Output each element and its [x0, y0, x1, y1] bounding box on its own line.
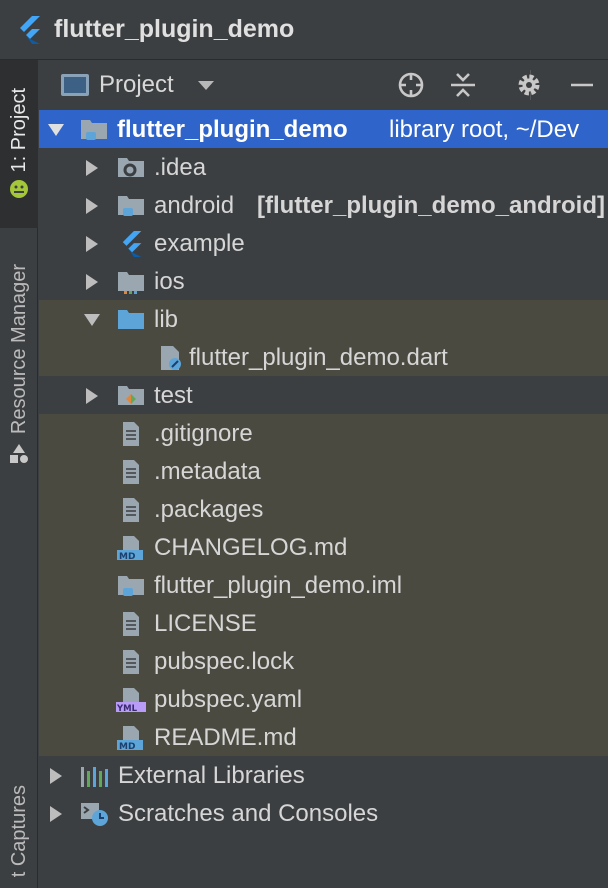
tree-item-label: pubspec.yaml	[154, 686, 303, 713]
tree-item-label: ios	[154, 268, 185, 295]
tree-item-external-libraries[interactable]: External Libraries	[39, 756, 608, 794]
test-folder-icon	[118, 386, 144, 405]
tree-item-gitignore[interactable]: .gitignore	[39, 414, 608, 452]
markdown-file-icon: MD	[117, 536, 143, 561]
markdown-file-icon: MD	[117, 726, 143, 751]
tree-item-pubspec-yaml[interactable]: YML pubspec.yaml	[39, 680, 608, 718]
tree-item-label: android	[154, 192, 235, 219]
collapsed-arrow-icon[interactable]	[49, 767, 63, 785]
tab-project-label: 1: Project	[7, 87, 30, 173]
collapse-all-icon[interactable]	[449, 71, 477, 99]
tree-item-label: LICENSE	[154, 610, 257, 637]
window-title: flutter_plugin_demo	[54, 15, 295, 43]
yaml-file-icon: YML	[116, 688, 146, 713]
tree-item-android[interactable]: android [flutter_plugin_demo_android]	[39, 186, 608, 224]
locate-icon[interactable]	[397, 71, 425, 99]
expanded-arrow-icon[interactable]	[83, 313, 101, 327]
collapsed-arrow-icon[interactable]	[49, 805, 63, 823]
collapsed-arrow-icon[interactable]	[85, 273, 99, 291]
tree-item-readme[interactable]: MD README.md	[39, 718, 608, 756]
project-toolbar: Project	[39, 60, 608, 110]
minimize-icon[interactable]	[569, 71, 595, 99]
tree-item-label: External Libraries	[118, 762, 305, 789]
left-tool-strip: 1: Project Resource Manager t Captures	[0, 60, 38, 888]
tree-item-dart-file[interactable]: flutter_plugin_demo.dart	[39, 338, 608, 376]
scratches-icon	[81, 803, 108, 826]
tab-resource-manager-label: Resource Manager	[7, 263, 30, 435]
module-folder-icon	[81, 120, 107, 140]
collapsed-arrow-icon[interactable]	[85, 235, 99, 253]
tree-root-row[interactable]: flutter_plugin_demo library root, ~/Dev	[39, 110, 608, 148]
folder-icon	[118, 272, 144, 294]
collapsed-arrow-icon[interactable]	[85, 197, 99, 215]
tree-item-label: .metadata	[154, 458, 261, 485]
project-view-selector[interactable]: Project	[99, 71, 174, 99]
expanded-arrow-icon[interactable]	[47, 123, 65, 137]
project-tree: flutter_plugin_demo library root, ~/Dev …	[39, 110, 608, 888]
collapsed-arrow-icon[interactable]	[85, 387, 99, 405]
settings-folder-icon	[118, 158, 144, 177]
tree-item-label: lib	[154, 306, 179, 333]
tree-item-packages[interactable]: .packages	[39, 490, 608, 528]
module-folder-icon	[118, 196, 144, 216]
gear-icon[interactable]	[515, 71, 543, 99]
flutter-icon	[122, 231, 142, 257]
svg-text:MD: MD	[119, 742, 135, 751]
text-file-icon	[123, 422, 139, 446]
tree-item-label: .packages	[154, 496, 264, 523]
tree-item-label: .gitignore	[154, 420, 253, 447]
text-file-icon	[123, 612, 139, 636]
tree-item-metadata[interactable]: .metadata	[39, 452, 608, 490]
project-view-icon	[61, 74, 89, 96]
module-file-icon	[118, 576, 144, 596]
tab-captures[interactable]: t Captures	[0, 775, 38, 888]
text-file-icon	[123, 650, 139, 674]
tree-item-pubspec-lock[interactable]: pubspec.lock	[39, 642, 608, 680]
android-icon	[10, 180, 28, 199]
tree-item-label: CHANGELOG.md	[154, 534, 348, 561]
tree-root-name: flutter_plugin_demo	[117, 116, 348, 143]
tree-item-changelog[interactable]: MD CHANGELOG.md	[39, 528, 608, 566]
dart-file-icon	[161, 346, 181, 370]
svg-text:MD: MD	[119, 552, 135, 561]
tab-project[interactable]: 1: Project	[0, 60, 38, 228]
tree-item-idea[interactable]: .idea	[39, 148, 608, 186]
tree-root-path: library root, ~/Dev	[389, 116, 580, 143]
tree-item-label: flutter_plugin_demo.dart	[189, 344, 448, 371]
tree-item-label: README.md	[154, 724, 297, 751]
tree-item-iml[interactable]: flutter_plugin_demo.iml	[39, 566, 608, 604]
tree-item-test[interactable]: test	[39, 376, 608, 414]
tree-item-license[interactable]: LICENSE	[39, 604, 608, 642]
flutter-logo-icon	[20, 15, 40, 44]
project-panel: Project flutter_plugin_demo library root…	[39, 60, 608, 888]
tree-item-label: test	[154, 382, 193, 409]
tree-item-label: .idea	[154, 154, 207, 181]
library-icon	[81, 767, 108, 787]
source-folder-icon	[118, 310, 144, 329]
svg-text:YML: YML	[116, 704, 138, 713]
text-file-icon	[123, 460, 139, 484]
tree-item-ios[interactable]: ios	[39, 262, 608, 300]
chevron-down-icon[interactable]	[197, 80, 215, 91]
tab-resource-manager[interactable]: Resource Manager	[0, 245, 38, 485]
tree-item-label: Scratches and Consoles	[118, 800, 379, 827]
tree-item-module-name: [flutter_plugin_demo_android]	[257, 192, 605, 219]
title-bar: flutter_plugin_demo	[0, 0, 608, 60]
tab-captures-label: t Captures	[7, 785, 30, 878]
tree-item-example[interactable]: example	[39, 224, 608, 262]
shapes-icon	[10, 444, 28, 464]
tree-item-lib[interactable]: lib	[39, 300, 608, 338]
text-file-icon	[123, 498, 139, 522]
tree-item-label: flutter_plugin_demo.iml	[154, 572, 403, 599]
tree-item-label: example	[154, 230, 245, 257]
collapsed-arrow-icon[interactable]	[85, 159, 99, 177]
tree-item-scratches[interactable]: Scratches and Consoles	[39, 794, 608, 832]
tree-item-label: pubspec.lock	[154, 648, 295, 675]
